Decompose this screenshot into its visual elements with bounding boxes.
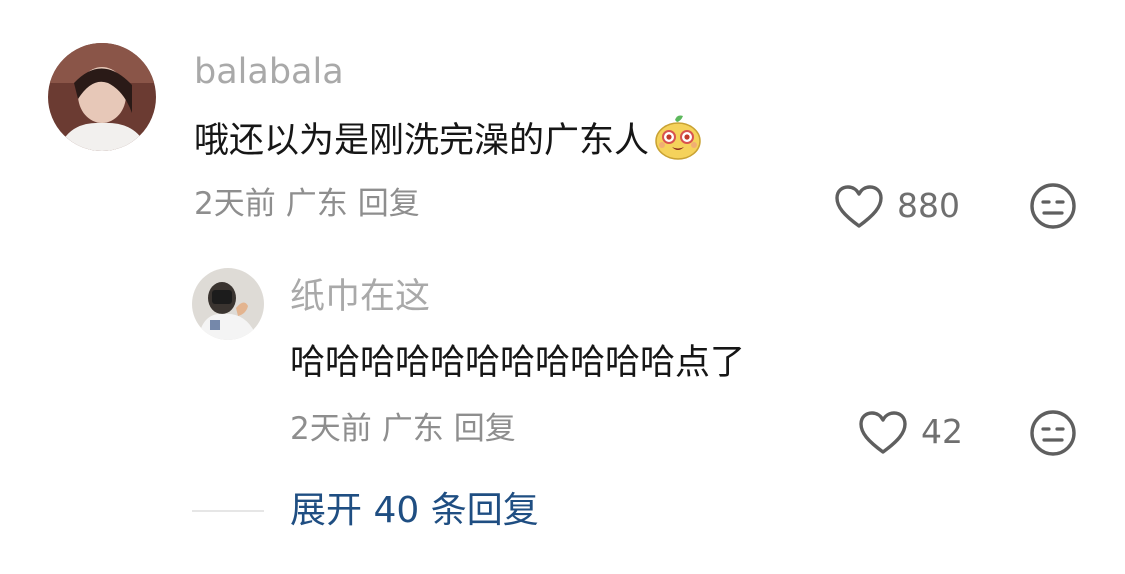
reply-text: 哈哈哈哈哈哈哈哈哈哈哈点了 xyxy=(290,343,746,383)
like-button[interactable] xyxy=(858,411,908,455)
comment-time: 2天前 xyxy=(194,186,276,222)
meh-face-icon xyxy=(1030,410,1076,456)
avatar[interactable] xyxy=(48,43,156,151)
comment-meta: 2天前 广东 回复 xyxy=(194,184,430,224)
like-button[interactable] xyxy=(834,185,884,229)
comment-body: 哦还以为是刚洗完澡的广东人 xyxy=(194,121,650,161)
comment-username[interactable]: balabala xyxy=(194,52,344,92)
reply-time: 2天前 xyxy=(290,411,372,447)
like-count: 42 xyxy=(921,412,963,451)
reply-username[interactable]: 纸巾在这 xyxy=(290,277,430,317)
heart-icon xyxy=(835,185,883,228)
reply-location: 广东 xyxy=(381,411,444,447)
melon-face-emoji-icon xyxy=(653,112,703,162)
like-count: 880 xyxy=(897,186,960,225)
comment-location: 广东 xyxy=(285,186,348,222)
reply-button[interactable]: 回复 xyxy=(358,186,420,222)
reply-meta: 2天前 广东 回复 xyxy=(290,409,526,449)
heart-icon xyxy=(859,411,907,454)
meh-face-icon xyxy=(1030,183,1076,229)
expand-replies-button[interactable]: 展开 40 条回复 xyxy=(290,489,539,533)
dislike-button[interactable] xyxy=(1029,182,1077,230)
dislike-button[interactable] xyxy=(1029,409,1077,457)
comment-text: 哦还以为是刚洗完澡的广东人 xyxy=(194,112,703,163)
expand-divider xyxy=(192,510,264,512)
reply-button[interactable]: 回复 xyxy=(454,411,516,447)
avatar[interactable] xyxy=(192,268,264,340)
